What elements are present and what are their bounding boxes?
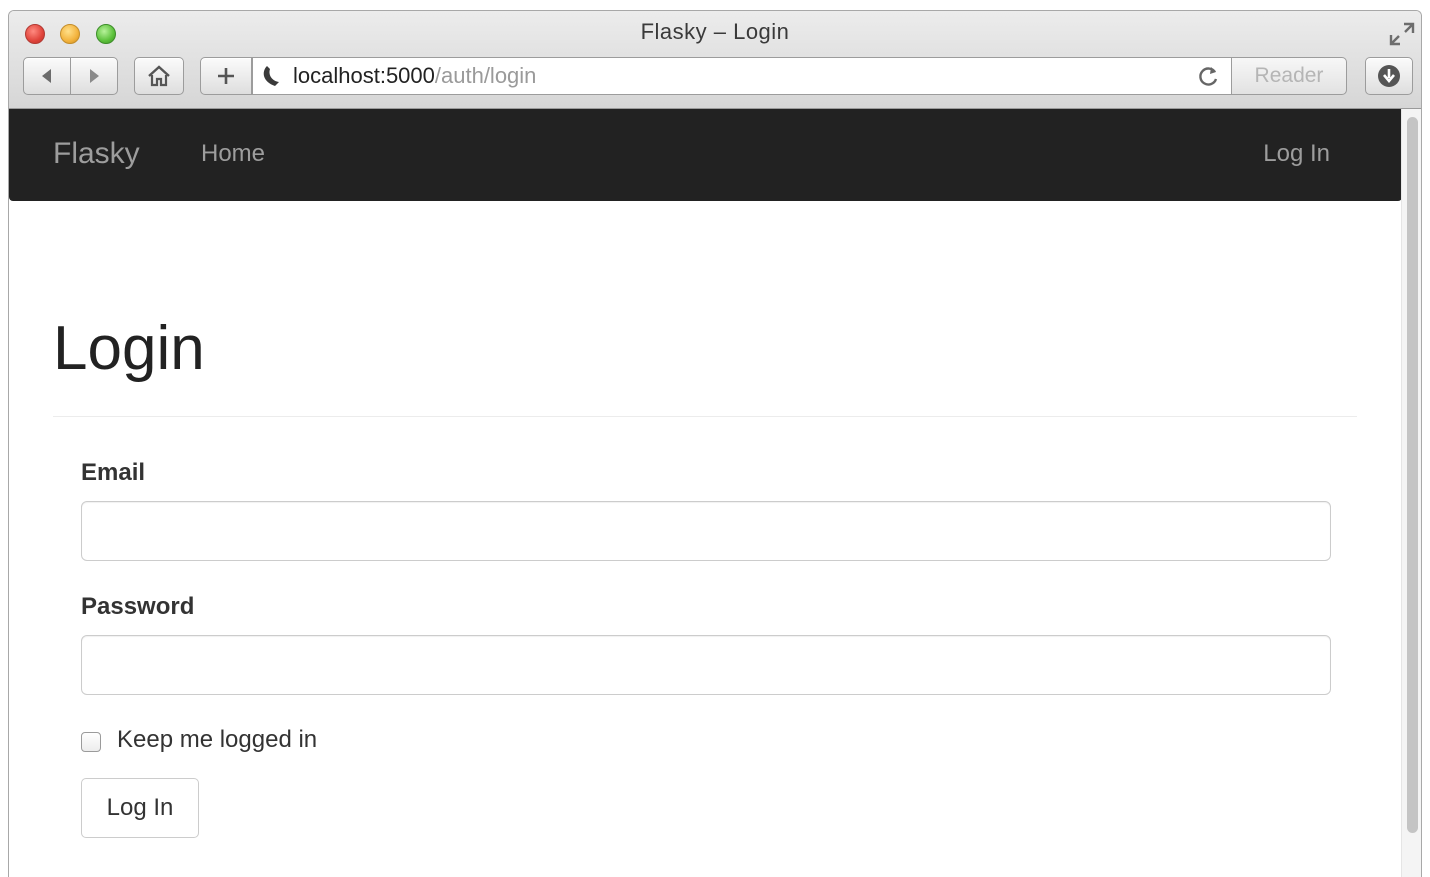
new-tab-button[interactable]: [200, 57, 252, 95]
site-icon: [253, 58, 293, 94]
nav-login-link[interactable]: Log In: [1263, 140, 1330, 168]
title-divider: [53, 416, 1357, 417]
scrollbar-track[interactable]: [1401, 109, 1421, 877]
reload-icon[interactable]: [1197, 64, 1221, 88]
email-label: Email: [81, 459, 146, 486]
download-icon: [1378, 65, 1400, 87]
navbar-brand[interactable]: Flasky: [53, 137, 140, 171]
window-title: Flasky – Login: [640, 19, 790, 44]
url-path: /auth/login: [434, 63, 537, 88]
scrollbar-thumb[interactable]: [1407, 117, 1418, 833]
browser-window: Flasky – Login localhost:5000/auth/login…: [8, 10, 1422, 877]
remember-me-label[interactable]: Keep me logged in: [117, 726, 317, 754]
home-button[interactable]: [134, 57, 184, 95]
email-field[interactable]: [81, 501, 1331, 561]
login-submit-button[interactable]: Log In: [81, 778, 199, 838]
navbar: Flasky Home Log In: [9, 109, 1402, 201]
back-arrow-icon: [42, 69, 51, 83]
downloads-button[interactable]: [1365, 57, 1413, 95]
forward-arrow-icon: [90, 69, 99, 83]
forward-button[interactable]: [70, 57, 118, 95]
url-text: localhost:5000/auth/login: [293, 63, 536, 89]
plus-icon: [218, 68, 234, 84]
nav-home-link[interactable]: Home: [201, 140, 265, 168]
address-bar[interactable]: localhost:5000/auth/login: [252, 57, 1232, 95]
password-field[interactable]: [81, 635, 1331, 695]
url-host: localhost:5000: [293, 63, 435, 88]
remember-me-checkbox[interactable]: [81, 732, 101, 752]
fullscreen-icon[interactable]: [1387, 19, 1417, 49]
page-title: Login: [53, 314, 205, 383]
reader-button[interactable]: Reader: [1231, 57, 1347, 95]
back-button[interactable]: [23, 57, 71, 95]
password-label: Password: [81, 593, 195, 620]
browser-chrome: Flasky – Login localhost:5000/auth/login…: [9, 11, 1421, 109]
home-icon: [148, 65, 170, 87]
